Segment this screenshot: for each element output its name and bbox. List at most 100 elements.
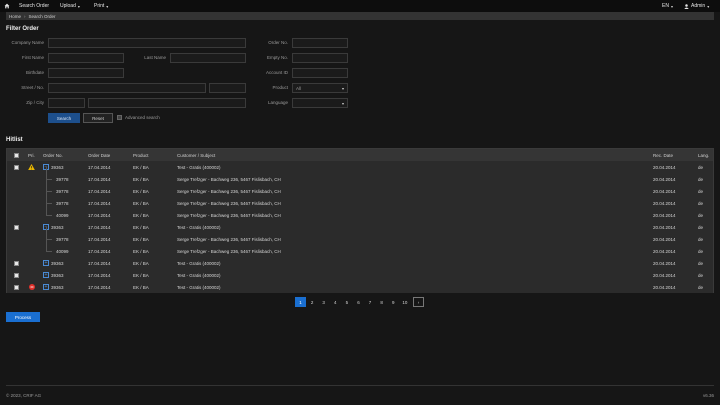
chevron-down-icon: ▾ <box>106 3 109 9</box>
expand-icon[interactable]: + <box>43 272 49 278</box>
column-header-customer[interactable]: Customer / Subject <box>177 153 215 158</box>
cell-order-no[interactable]: 39363 <box>51 273 64 278</box>
advanced-search-checkbox[interactable] <box>117 115 122 120</box>
language-label: EN <box>662 3 669 9</box>
table-subrow[interactable]: 39778 17.04.2014 EK / BA Serge Trefzger - B… <box>7 167 713 185</box>
table-row[interactable]: +39363 17.04.2014 EK / BA Test - Gratis (40… <box>7 257 713 269</box>
cell-product: EK / BA <box>133 225 149 230</box>
cell-rec-date: 20.04.2014 <box>653 225 676 230</box>
cell-order-date: 17.04.2014 <box>88 249 111 254</box>
column-header-order-no[interactable]: Order No. <box>43 153 63 158</box>
column-header-order-date[interactable]: Order Date <box>88 153 110 158</box>
table-row[interactable]: +39363 17.04.2014 EK / BA Test - Gratis (40… <box>7 281 713 293</box>
page-button[interactable]: 4 <box>330 297 341 307</box>
menu-print[interactable]: Print ▾ <box>94 3 108 9</box>
cell-order-date: 17.04.2014 <box>88 165 111 170</box>
cell-rec-date: 20.04.2014 <box>653 213 676 218</box>
first-name-input[interactable] <box>48 53 124 63</box>
breadcrumb-home[interactable]: Home <box>9 14 21 19</box>
advanced-search-toggle[interactable]: Advanced search <box>117 115 160 120</box>
column-header-priority[interactable]: Pri. <box>28 153 35 158</box>
home-icon[interactable] <box>4 3 10 9</box>
cell-order-date: 17.04.2014 <box>88 261 111 266</box>
empty-no-input[interactable] <box>292 53 348 63</box>
account-id-input[interactable] <box>292 68 348 78</box>
cell-language: de <box>698 273 704 278</box>
language-selector[interactable]: EN ▾ <box>662 3 673 9</box>
cell-order-no[interactable]: 39363 <box>51 165 64 170</box>
row-checkbox[interactable] <box>14 260 19 266</box>
cell-order-no[interactable]: 39363 <box>51 261 64 266</box>
menu-upload[interactable]: Upload ▾ <box>60 3 80 9</box>
row-checkbox[interactable] <box>14 164 19 170</box>
cell-order-no[interactable]: 39363 <box>51 285 64 290</box>
search-button[interactable]: Search <box>48 113 80 123</box>
zip-input[interactable] <box>48 98 85 108</box>
cell-rec-date: 20.04.2014 <box>653 189 676 194</box>
table-subrow[interactable]: 39778 17.04.2014 EK / BA Serge Trefzger - B… <box>7 179 713 197</box>
page-button[interactable]: 5 <box>341 297 352 307</box>
page-button[interactable]: 2 <box>307 297 318 307</box>
page-button[interactable]: 7 <box>365 297 376 307</box>
last-name-label: Last Name <box>144 55 166 60</box>
order-no-input[interactable] <box>292 38 348 48</box>
cell-order-no[interactable]: 40099 <box>56 213 69 218</box>
cell-product: EK / BA <box>133 261 149 266</box>
company-name-input[interactable] <box>48 38 246 48</box>
page-button[interactable]: 3 <box>318 297 329 307</box>
cell-language: de <box>698 165 704 170</box>
row-checkbox[interactable] <box>14 224 19 230</box>
language-select[interactable]: ▾ <box>292 98 348 108</box>
cell-language: de <box>698 237 704 242</box>
user-menu[interactable]: Admin ▾ <box>684 3 709 9</box>
cell-order-no[interactable]: 40099 <box>56 249 69 254</box>
tree-line <box>46 251 52 252</box>
cell-order-date: 17.04.2014 <box>88 225 111 230</box>
street-input[interactable] <box>48 83 206 93</box>
table-row[interactable]: −3936317.04.2014EK / BATest - Gratis (40… <box>7 221 713 233</box>
expand-icon[interactable]: + <box>43 284 49 290</box>
table-row[interactable]: +39363 17.04.2014 EK / BA Test - Gratis (40… <box>7 269 713 281</box>
top-navigation-bar: Search Order Upload ▾ Print ▾ EN ▾ Admin ▾ <box>0 0 720 12</box>
footer-copyright: © 2023, CRIF AG <box>6 393 42 398</box>
column-header-rec-date[interactable]: Rec. Date <box>653 153 673 158</box>
select-all-checkbox[interactable] <box>14 152 19 158</box>
cell-customer: Serge Trefzger - Bachweg 236, 5467 Fisli… <box>177 177 281 182</box>
cell-customer: Test - Gratis (400002) <box>177 273 221 278</box>
house-no-input[interactable] <box>209 83 246 93</box>
cell-order-no[interactable]: 39778 <box>56 177 69 182</box>
row-checkbox[interactable] <box>14 272 19 278</box>
cell-rec-date: 20.04.2014 <box>653 249 676 254</box>
reset-button[interactable]: Reset <box>83 113 113 123</box>
last-name-input[interactable] <box>170 53 246 63</box>
expand-icon[interactable]: + <box>43 260 49 266</box>
cell-order-no[interactable]: 39778 <box>56 237 69 242</box>
next-page-button[interactable]: › <box>412 297 424 307</box>
table-subrow[interactable]: 39778 17.04.2014 EK / BA Serge Trefzger - B… <box>7 191 713 209</box>
column-header-product[interactable]: Product <box>133 153 149 158</box>
table-row[interactable]: −3936317.04.2014EK / BATest - Gratis (40… <box>7 161 713 173</box>
page-button[interactable]: 1 <box>295 297 306 307</box>
page-button[interactable]: 6 <box>353 297 364 307</box>
menu-search-order[interactable]: Search Order <box>19 3 49 9</box>
hitlist-title: Hitlist <box>6 137 23 143</box>
cell-language: de <box>698 225 704 230</box>
cell-order-no[interactable]: 39778 <box>56 201 69 206</box>
table-subrow[interactable]: 40099 17.04.2014 EK / BA Serge Trefzger - B… <box>7 203 713 221</box>
cell-language: de <box>698 201 704 206</box>
column-header-language[interactable]: Lang. <box>698 153 709 158</box>
filter-title: Filter Order <box>6 26 39 32</box>
table-subrow[interactable]: 40099 17.04.2014 EK / BA Serge Trefzger - B… <box>7 239 713 257</box>
page-button[interactable]: 10 <box>399 297 410 307</box>
page-button[interactable]: 8 <box>376 297 387 307</box>
cell-language: de <box>698 249 704 254</box>
page-button[interactable]: 9 <box>388 297 399 307</box>
process-button[interactable]: Process <box>6 312 40 322</box>
city-input[interactable] <box>88 98 246 108</box>
cell-order-no[interactable]: 39778 <box>56 189 69 194</box>
table-subrow[interactable]: 39778 17.04.2014 EK / BA Serge Trefzger - B… <box>7 227 713 245</box>
product-select[interactable]: All ▾ <box>292 83 348 93</box>
cell-order-no[interactable]: 39363 <box>51 225 64 230</box>
row-checkbox[interactable] <box>14 284 19 290</box>
birthdate-input[interactable] <box>48 68 124 78</box>
